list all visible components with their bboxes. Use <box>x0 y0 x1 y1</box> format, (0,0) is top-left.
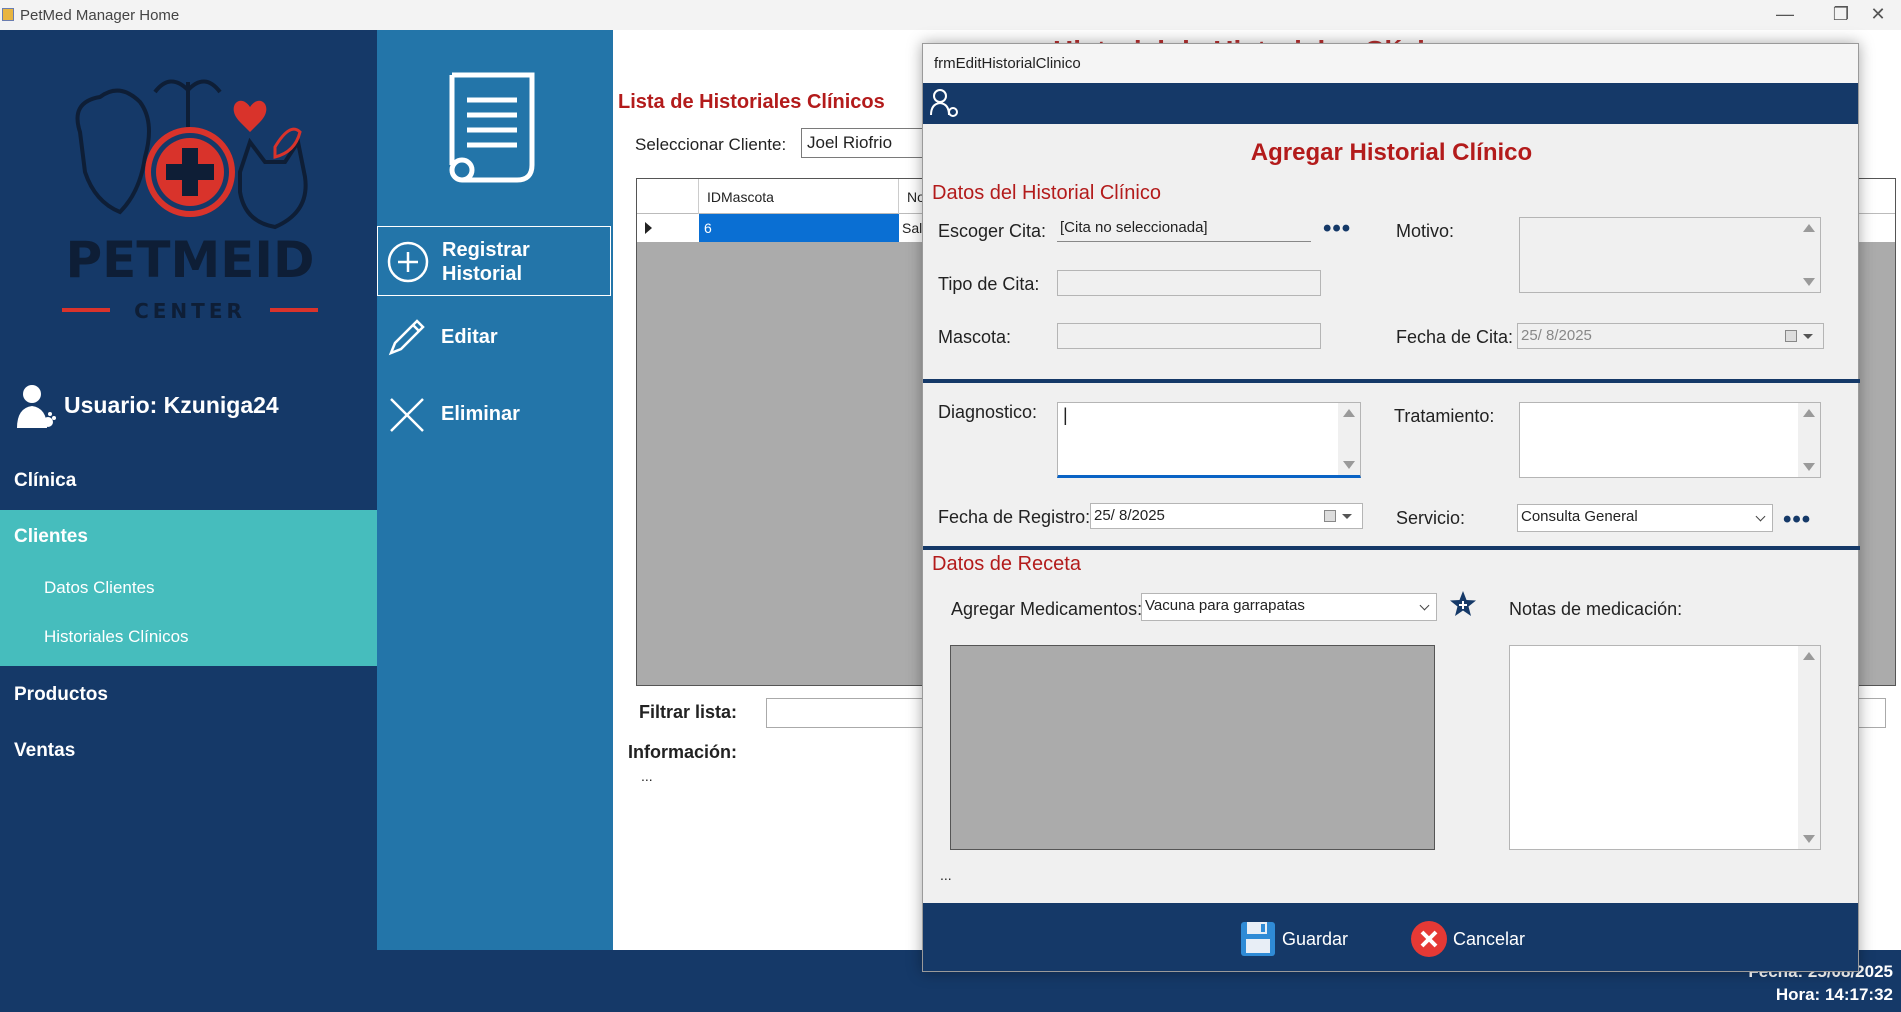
filter-label: Filtrar lista: <box>639 702 738 722</box>
escoger-cita-label: Escoger Cita: <box>938 221 1047 241</box>
medicamentos-grid[interactable] <box>950 645 1435 850</box>
cancel-icon <box>1411 921 1447 957</box>
fecha-cita-label: Fecha de Cita: <box>1396 327 1514 347</box>
chevron-down-icon <box>1755 511 1766 522</box>
logo-subtitle: CENTER <box>134 299 246 323</box>
dialog-footer: Guardar Cancelar <box>923 903 1858 971</box>
motivo-scrollbar[interactable] <box>1798 218 1820 292</box>
register-label-1: Registrar <box>442 239 530 261</box>
chevron-down-icon <box>1342 514 1352 519</box>
chevron-down-icon <box>1803 334 1813 339</box>
dialog-header-bar <box>923 83 1858 124</box>
dialog-status: ... <box>940 867 952 883</box>
medicamentos-combo[interactable]: Vacuna para garrapatas <box>1141 593 1437 621</box>
row-pointer-icon <box>645 222 652 234</box>
tratamiento-textarea[interactable] <box>1519 402 1821 478</box>
edit-button[interactable]: Editar <box>377 302 611 372</box>
diagnostico-label: Diagnostico: <box>938 402 1038 422</box>
notas-scrollbar[interactable] <box>1798 646 1820 849</box>
status-time: Hora: 14:17:32 <box>1775 985 1893 1004</box>
guardar-label: Guardar <box>1282 929 1349 949</box>
select-client-label: Seleccionar Cliente: <box>635 135 787 154</box>
calendar-icon <box>1324 510 1336 522</box>
save-icon <box>1241 922 1275 956</box>
fecha-registro-value: 25/ 8/2025 <box>1094 507 1165 524</box>
minimize-button[interactable]: — <box>1757 0 1813 30</box>
add-medicamento-icon[interactable] <box>1449 590 1477 618</box>
nav-productos[interactable]: Productos <box>0 684 377 706</box>
servicio-label: Servicio: <box>1396 508 1466 528</box>
vet-user-icon <box>17 385 56 428</box>
tratamiento-scrollbar[interactable] <box>1798 403 1820 477</box>
servicio-combo[interactable]: Consulta General <box>1517 504 1773 532</box>
register-historial-button[interactable]: Registrar Historial <box>377 226 611 296</box>
chevron-down-icon <box>1419 600 1430 611</box>
motivo-label: Motivo: <box>1396 221 1455 241</box>
delete-label: Eliminar <box>441 403 520 425</box>
fecha-registro-picker[interactable]: 25/ 8/2025 <box>1090 503 1363 529</box>
tratamiento-label: Tratamiento: <box>1394 406 1495 426</box>
grid-cell-idmascota[interactable]: 6 <box>699 214 899 242</box>
info-value: ... <box>641 768 653 784</box>
pencil-icon <box>388 319 425 356</box>
dialog-titlebar: frmEditHistorialClinico <box>923 44 1858 83</box>
fecha-cita-value: 25/ 8/2025 <box>1521 327 1592 344</box>
edit-historial-dialog: frmEditHistorialClinico Agregar Historia… <box>922 43 1860 972</box>
diagnostico-scrollbar[interactable] <box>1338 403 1360 475</box>
tipo-cita-field[interactable] <box>1057 270 1321 296</box>
vet-form-icon <box>930 89 958 117</box>
fecha-registro-label: Fecha de Registro: <box>938 507 1091 527</box>
fecha-cita-picker[interactable]: 25/ 8/2025 <box>1517 323 1824 349</box>
plus-circle-icon <box>387 241 429 283</box>
list-title: Lista de Historiales Clínicos <box>618 91 885 113</box>
agregar-medicamentos-label: Agregar Medicamentos: <box>951 599 1143 619</box>
grid-row-header <box>637 179 699 214</box>
window-titlebar: PetMed Manager Home — ❐ ✕ <box>0 0 1901 30</box>
motivo-textarea[interactable] <box>1519 217 1821 293</box>
document-icon <box>449 72 535 183</box>
notas-medicacion-textarea[interactable] <box>1509 645 1821 850</box>
dialog-window-title: frmEditHistorialClinico <box>934 55 1081 72</box>
section-receta-title: Datos de Receta <box>932 553 1081 575</box>
actions-panel: Registrar Historial Editar Eliminar <box>377 30 613 950</box>
logo-title: PETMEID <box>66 231 315 289</box>
window-title: PetMed Manager Home <box>20 7 180 24</box>
text-cursor: | <box>1063 405 1068 425</box>
petmed-logo: PETMEID CENTER <box>62 79 318 323</box>
nav-clientes[interactable]: Clientes <box>0 526 377 548</box>
separator-2 <box>923 546 1860 550</box>
delete-button[interactable]: Eliminar <box>377 380 611 450</box>
grid-header-idmascota[interactable]: IDMascota <box>699 179 899 214</box>
servicio-value: Consulta General <box>1521 508 1638 525</box>
nav-ventas[interactable]: Ventas <box>0 740 377 762</box>
nav-clinica[interactable]: Clínica <box>0 470 377 492</box>
user-label: Usuario: Kzuniga24 <box>64 392 279 418</box>
separator-1 <box>923 379 1860 383</box>
dialog-title: Agregar Historial Clínico <box>1250 139 1533 166</box>
mascota-label: Mascota: <box>938 327 1012 347</box>
app-icon <box>2 8 14 21</box>
edit-label: Editar <box>441 326 498 348</box>
section-historial-title: Datos del Historial Clínico <box>932 182 1161 204</box>
notas-medicacion-label: Notas de medicación: <box>1509 599 1683 619</box>
tipo-cita-label: Tipo de Cita: <box>938 274 1040 294</box>
register-label-2: Historial <box>442 263 523 285</box>
cancelar-label: Cancelar <box>1453 929 1526 949</box>
mascota-field[interactable] <box>1057 323 1321 349</box>
select-client-combo[interactable]: Joel Riofrio <box>801 128 931 158</box>
nav-historiales-clinicos[interactable]: Historiales Clínicos <box>0 627 377 647</box>
x-icon <box>390 398 424 432</box>
escoger-cita-field[interactable]: [Cita no seleccionada] <box>1057 216 1311 242</box>
servicio-more-icon[interactable]: ••• <box>1783 508 1811 532</box>
calendar-icon <box>1785 330 1797 342</box>
sidebar: PETMEID CENTER Usuario: Kzuniga24 Clínic… <box>0 30 377 1012</box>
info-label: Información: <box>628 742 738 762</box>
choose-cita-more-icon[interactable]: ••• <box>1323 217 1351 241</box>
diagnostico-textarea[interactable]: | <box>1057 402 1361 478</box>
close-button[interactable]: ✕ <box>1850 0 1901 30</box>
medicamentos-value: Vacuna para garrapatas <box>1145 597 1305 614</box>
nav-datos-clientes[interactable]: Datos Clientes <box>0 578 377 598</box>
